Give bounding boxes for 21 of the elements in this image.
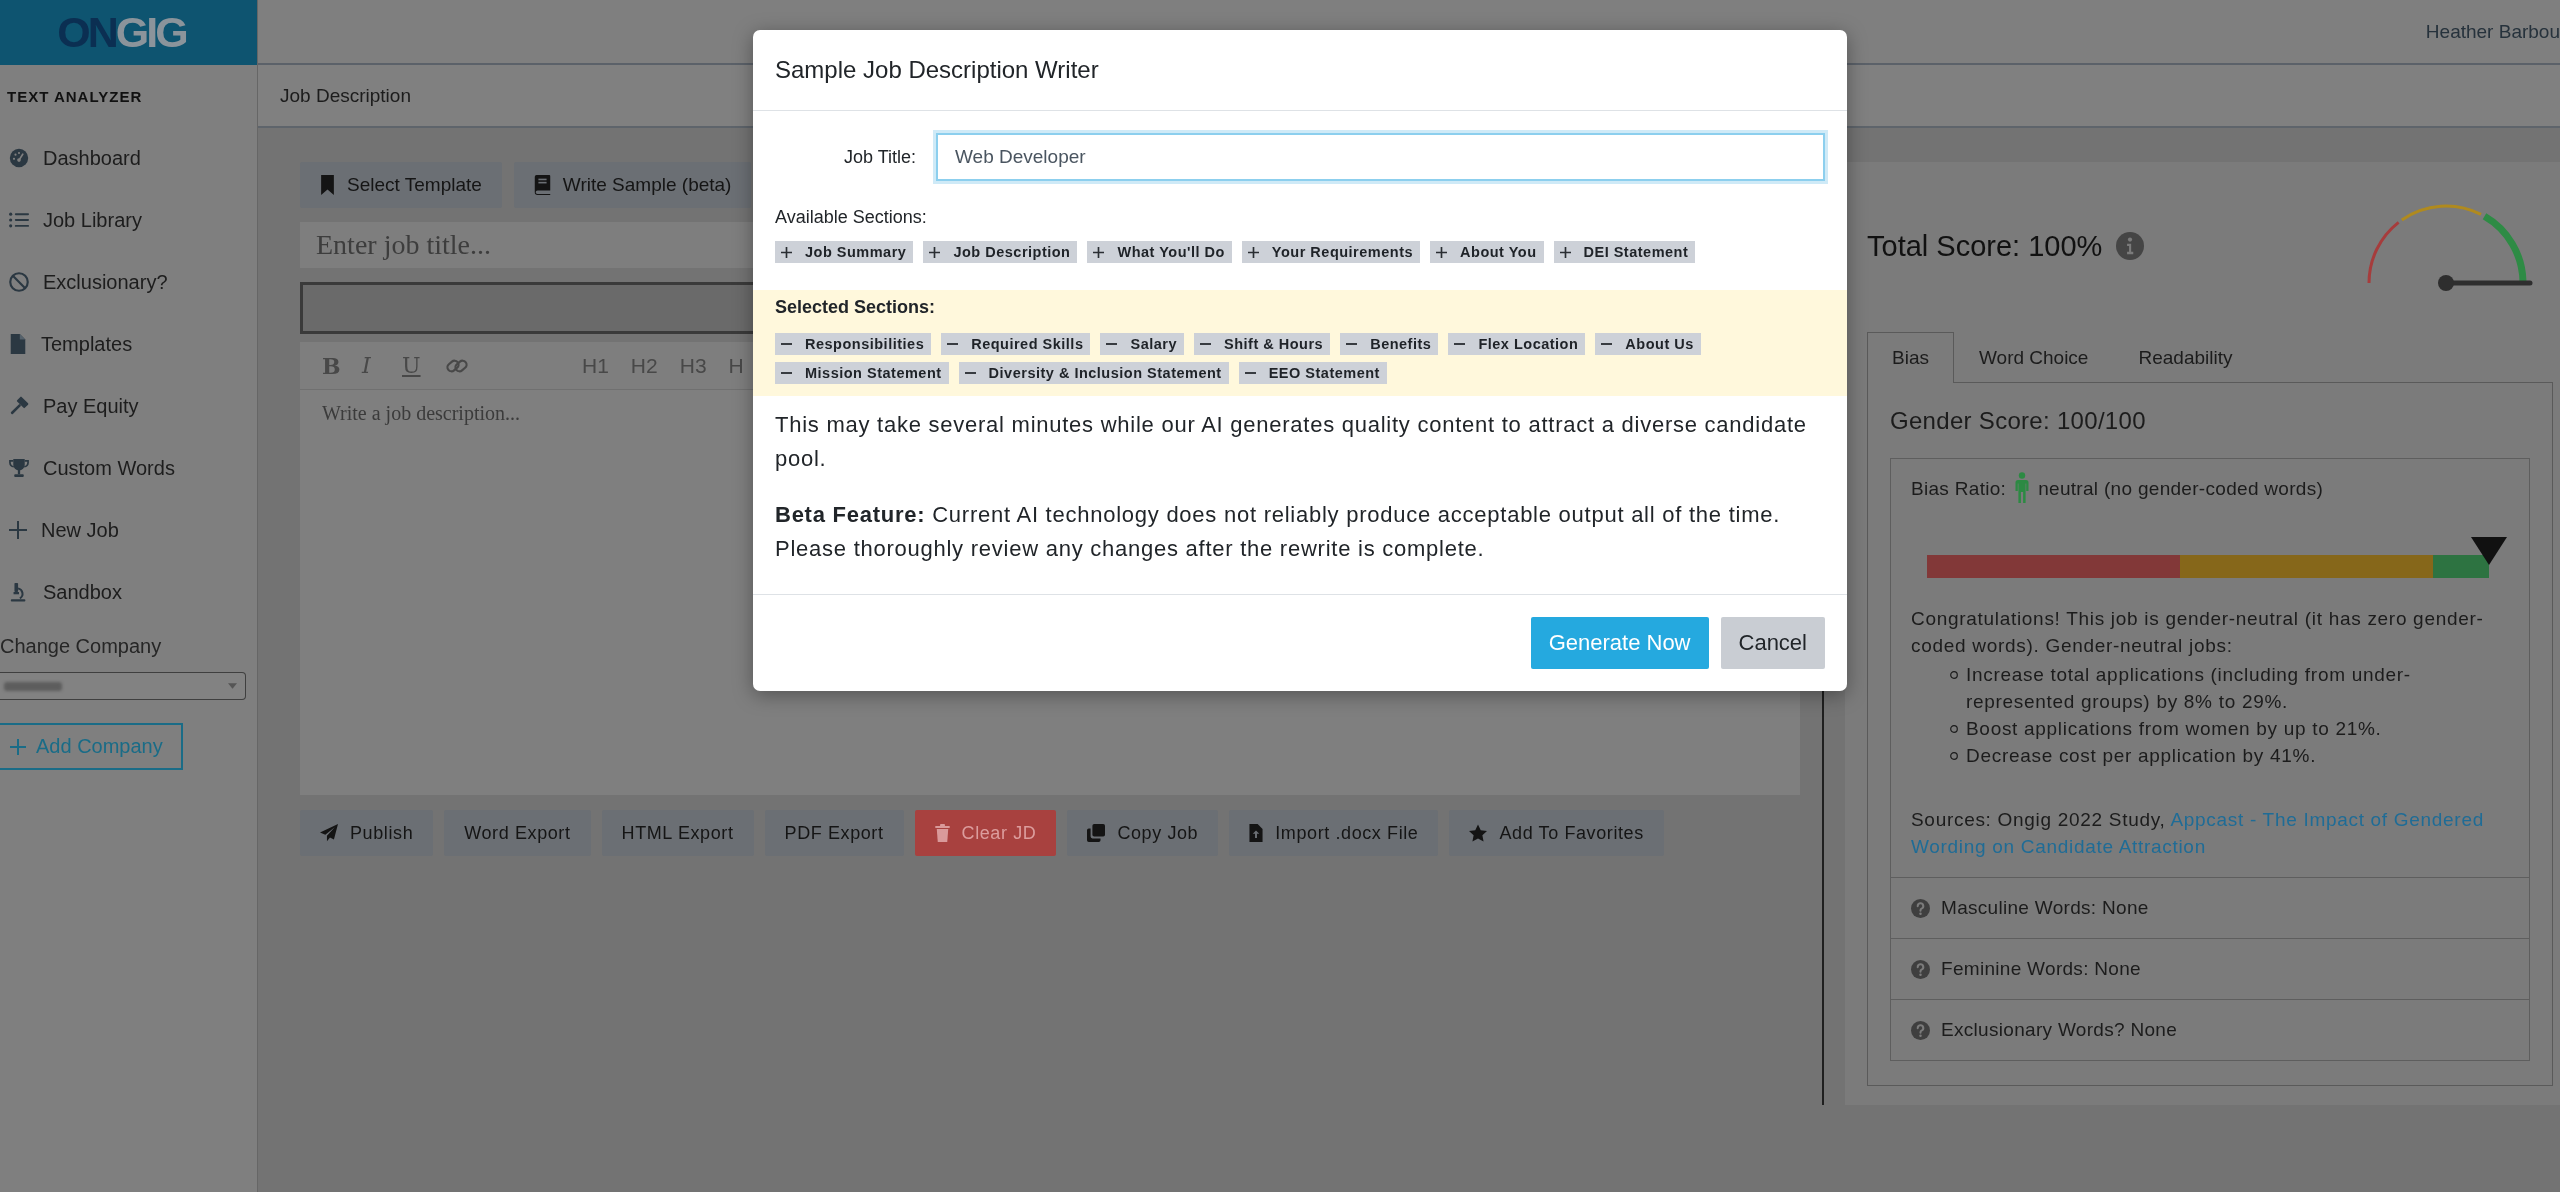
nav-heading: TEXT ANALYZER [6, 87, 143, 105]
benefit-text: Decrease cost per application by 41%. [1966, 743, 2317, 768]
selected-sections-label: Selected Sections: [775, 296, 937, 318]
gender-score: Gender Score: 100/100 [1890, 406, 2147, 436]
benefit-text: Increase total applications (including from under-represented groups) by 8% to 29%. [1966, 662, 2412, 714]
beta-notice-text: Beta Feature: Current AI technology does not reliably produce acceptable output all of the time. Please thoroughly review any changes after the rewrite is complete. [775, 501, 1782, 563]
page-title: Job Description [280, 84, 411, 107]
bias-ratio-value: neutral (no gender-coded words) [2038, 476, 2324, 501]
word-count: Masculine Words: None [1941, 897, 2149, 919]
job-title-label: Job Title: [842, 146, 916, 168]
company-label: Change Company [0, 634, 162, 658]
available-sections-label: Available Sections: [775, 206, 928, 228]
word-count: Exclusionary Words? None [1941, 1019, 2177, 1041]
sources-text: Sources: Ongig 2022 Study, Appcast - The Impact of Gendered Wording on Candidate Attraction [1911, 807, 2485, 859]
bias-ratio-label: Bias Ratio: [1911, 476, 2007, 501]
notice-text: This may take several minutes while our AI generates quality content to attract a diverse candidate pool. [775, 411, 1808, 473]
total-score: Total Score: 100% [1867, 229, 2103, 263]
summary-text: Congratulations! This job is gender-neutral (it has zero gender-coded words). Gender-neutral jobs: [1911, 606, 2485, 658]
word-count: Feminine Words: None [1941, 958, 2141, 980]
benefit-text: Boost applications from women by up to 21%. [1966, 716, 2382, 741]
modal-title: Sample Job Description Writer [775, 56, 1099, 84]
